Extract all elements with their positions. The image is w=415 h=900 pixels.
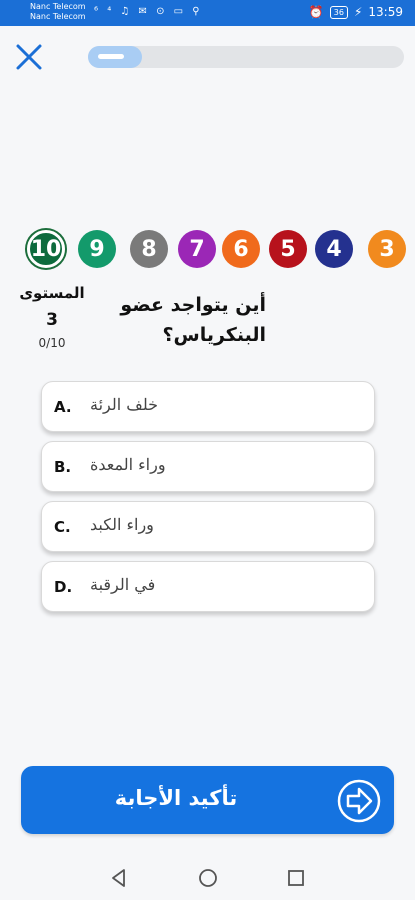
level-selector: 10 9 8 7 6 5 4 3 (0, 230, 415, 270)
status-icons: ⁶ ⁴ ♫ ✉ ⊙ ▭ ⚲ (94, 6, 203, 17)
option-text: وراء المعدة (90, 455, 166, 474)
option-d[interactable]: D. في الرقبة (41, 561, 375, 612)
arrow-right-circle-icon (337, 779, 381, 823)
option-letter: A. (54, 398, 72, 416)
carrier-info: Nanc Telecom Nanc Telecom (30, 2, 86, 22)
quiz-progress-fill (88, 46, 142, 68)
carrier-1: Nanc Telecom (30, 2, 86, 11)
option-letter: B. (54, 458, 72, 476)
confirm-answer-button[interactable]: تأكيد الأجابة (21, 766, 394, 834)
clock: 13:59 (368, 5, 403, 19)
close-button[interactable] (14, 42, 44, 72)
question-text: أين يتواجد عضو البنكرياس؟ (120, 294, 266, 346)
level-circle-8[interactable]: 8 (130, 230, 168, 268)
option-a[interactable]: A. خلف الرئة (41, 381, 375, 432)
quiz-progress-bar (88, 46, 404, 68)
level-circle-10[interactable]: 10 (27, 230, 65, 268)
option-b[interactable]: B. وراء المعدة (41, 441, 375, 492)
home-circle-icon[interactable] (197, 867, 219, 889)
option-text: في الرقبة (90, 575, 156, 594)
option-letter: C. (54, 518, 71, 536)
alarm-icon: ⏰ (308, 5, 324, 19)
battery-indicator: 36 (329, 5, 348, 19)
close-icon (16, 44, 42, 70)
carrier-2: Nanc Telecom (30, 12, 86, 21)
level-circle-9[interactable]: 9 (78, 230, 116, 268)
status-bar: Nanc Telecom Nanc Telecom ⁶ ⁴ ♫ ✉ ⊙ ▭ ⚲ … (0, 0, 415, 26)
level-circle-7[interactable]: 7 (178, 230, 216, 268)
system-nav-bar (0, 855, 415, 900)
progress-highlight (98, 54, 124, 59)
recents-square-icon[interactable] (285, 867, 307, 889)
back-triangle-icon[interactable] (108, 867, 130, 889)
option-c[interactable]: C. وراء الكبد (41, 501, 375, 552)
charging-icon: ⚡ (353, 5, 363, 19)
option-text: وراء الكبد (90, 515, 154, 534)
level-number: 3 (46, 310, 58, 330)
level-circle-4[interactable]: 4 (315, 230, 353, 268)
level-title: المستوى (19, 284, 85, 302)
level-progress: 0/10 (38, 336, 66, 350)
status-right: ⏰ 36 ⚡ 13:59 (309, 5, 403, 19)
confirm-answer-label: تأكيد الأجابة (114, 786, 238, 810)
option-text: خلف الرئة (90, 395, 159, 414)
option-letter: D. (54, 578, 73, 596)
level-circle-6[interactable]: 6 (222, 230, 260, 268)
level-circle-3[interactable]: 3 (368, 230, 406, 268)
level-circle-5[interactable]: 5 (269, 230, 307, 268)
